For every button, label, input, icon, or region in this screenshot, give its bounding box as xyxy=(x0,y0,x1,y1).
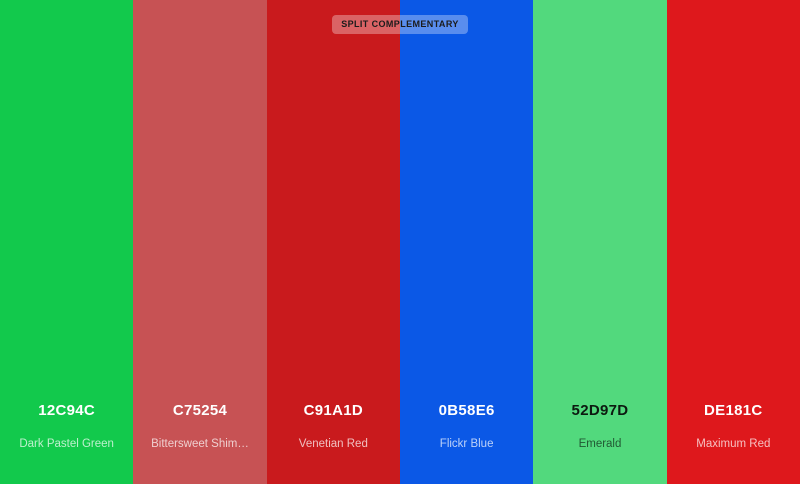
swatch-color-name: Bittersweet Shim… xyxy=(151,438,249,450)
color-swatch-2[interactable]: C75254 Bittersweet Shim… xyxy=(133,0,267,484)
swatch-hex-code[interactable]: C75254 xyxy=(133,402,266,419)
color-swatch-5[interactable]: 52D97D Emerald xyxy=(533,0,667,484)
swatch-hex-code[interactable]: C91A1D xyxy=(267,402,400,419)
color-swatch-4[interactable]: 0B58E6 Flickr Blue xyxy=(399,0,534,484)
swatch-hex-code[interactable]: 12C94C xyxy=(0,402,133,419)
swatch-color-name: Maximum Red xyxy=(696,438,771,450)
palette-type-badge[interactable]: SPLIT COMPLEMENTARY xyxy=(332,15,468,34)
swatch-color-name: Emerald xyxy=(578,438,622,450)
swatch-color-name: Flickr Blue xyxy=(439,438,494,450)
swatch-hex-code[interactable]: 0B58E6 xyxy=(400,402,533,419)
color-palette: 12C94C Dark Pastel Green C75254 Bittersw… xyxy=(0,0,800,484)
swatch-hex-code[interactable]: DE181C xyxy=(667,402,800,419)
swatch-color-name: Dark Pastel Green xyxy=(19,438,114,450)
swatch-color-name: Venetian Red xyxy=(298,438,368,450)
swatch-hex-code[interactable]: 52D97D xyxy=(533,402,666,419)
color-swatch-1[interactable]: 12C94C Dark Pastel Green xyxy=(0,0,134,484)
color-swatch-3[interactable]: C91A1D Venetian Red xyxy=(266,0,400,484)
color-swatch-6[interactable]: DE181C Maximum Red xyxy=(666,0,800,484)
